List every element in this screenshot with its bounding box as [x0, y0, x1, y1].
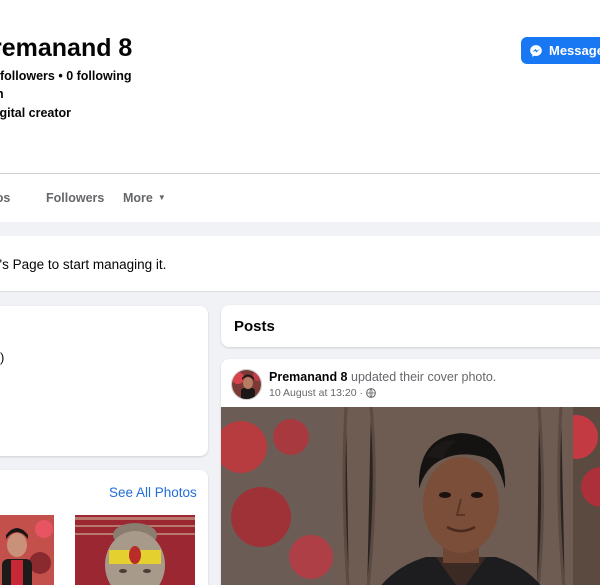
- post-action-text: updated their cover photo.: [351, 370, 497, 384]
- intro-card: ): [0, 306, 208, 456]
- photos-card: See All Photos: [0, 470, 208, 585]
- post-card: Premanand 8 updated their cover photo. 1…: [221, 359, 600, 585]
- photo-thumbnail-image: [75, 515, 195, 585]
- caret-down-icon: ▼: [157, 193, 166, 202]
- follower-stats[interactable]: followers • 0 following: [0, 69, 131, 83]
- page-title: remanand 8: [0, 34, 133, 62]
- post-author-name[interactable]: Premanand 8: [269, 370, 348, 384]
- post-cover-photo[interactable]: [221, 407, 600, 585]
- post-header-text: Premanand 8 updated their cover photo.: [269, 370, 496, 384]
- messenger-icon: [530, 44, 542, 57]
- profile-detail-line: n: [0, 87, 4, 101]
- post-photo-image: [221, 407, 600, 585]
- photo-thumbnail-image: [0, 515, 54, 585]
- tab-label: otos: [0, 191, 11, 205]
- profile-header: remanand 8 followers • 0 following n igi…: [0, 0, 600, 222]
- see-all-photos-link[interactable]: See All Photos: [109, 485, 197, 500]
- tab-label: More: [123, 191, 153, 205]
- posts-title: Posts: [234, 318, 275, 335]
- photo-thumbnail[interactable]: [75, 515, 195, 585]
- page-category: igital creator: [0, 106, 72, 120]
- message-button[interactable]: Message: [521, 37, 600, 64]
- avatar-image: [232, 370, 261, 399]
- photo-thumbnail[interactable]: [0, 515, 54, 585]
- tab-photos[interactable]: otos: [0, 191, 10, 205]
- message-button-label: Message: [549, 43, 600, 58]
- tab-followers[interactable]: Followers: [46, 191, 104, 205]
- banner-text: 8's Page to start managing it.: [0, 257, 167, 272]
- manage-page-banner: 8's Page to start managing it.: [0, 236, 600, 292]
- profile-tabs: otos Followers More ▼: [0, 174, 600, 222]
- tab-label: Followers: [46, 191, 105, 205]
- avatar[interactable]: [231, 369, 262, 400]
- post-meta: 10 August at 13:20 ·: [269, 387, 376, 399]
- posts-header-card: Posts: [221, 305, 600, 347]
- intro-text: ): [0, 350, 5, 365]
- post-timestamp[interactable]: 10 August at 13:20 ·: [269, 387, 363, 399]
- tab-more[interactable]: More ▼: [123, 191, 166, 205]
- globe-icon: [366, 388, 376, 398]
